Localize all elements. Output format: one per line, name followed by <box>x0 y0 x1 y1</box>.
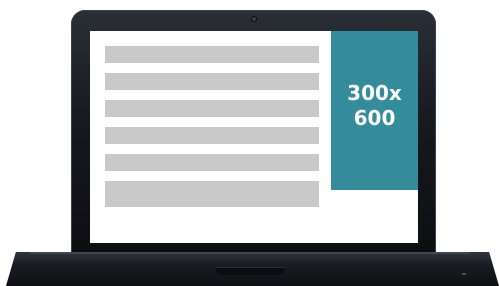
content-line-5 <box>105 154 319 171</box>
base-highlight <box>30 252 470 254</box>
content-line-2 <box>105 73 319 90</box>
webcam-icon <box>252 17 256 21</box>
laptop-mockup: 300x 600 <box>0 0 499 286</box>
content-line-3 <box>105 100 319 117</box>
content-line-6 <box>105 181 319 207</box>
lid-notch <box>215 267 285 275</box>
content-line-1 <box>105 46 319 63</box>
ad-size-label: 300x 600 <box>347 80 402 130</box>
ad-slot-300x600[interactable]: 300x 600 <box>331 31 418 190</box>
content-line-4 <box>105 127 319 144</box>
laptop-screen: 300x 600 <box>90 31 418 243</box>
power-led-icon <box>462 273 466 275</box>
